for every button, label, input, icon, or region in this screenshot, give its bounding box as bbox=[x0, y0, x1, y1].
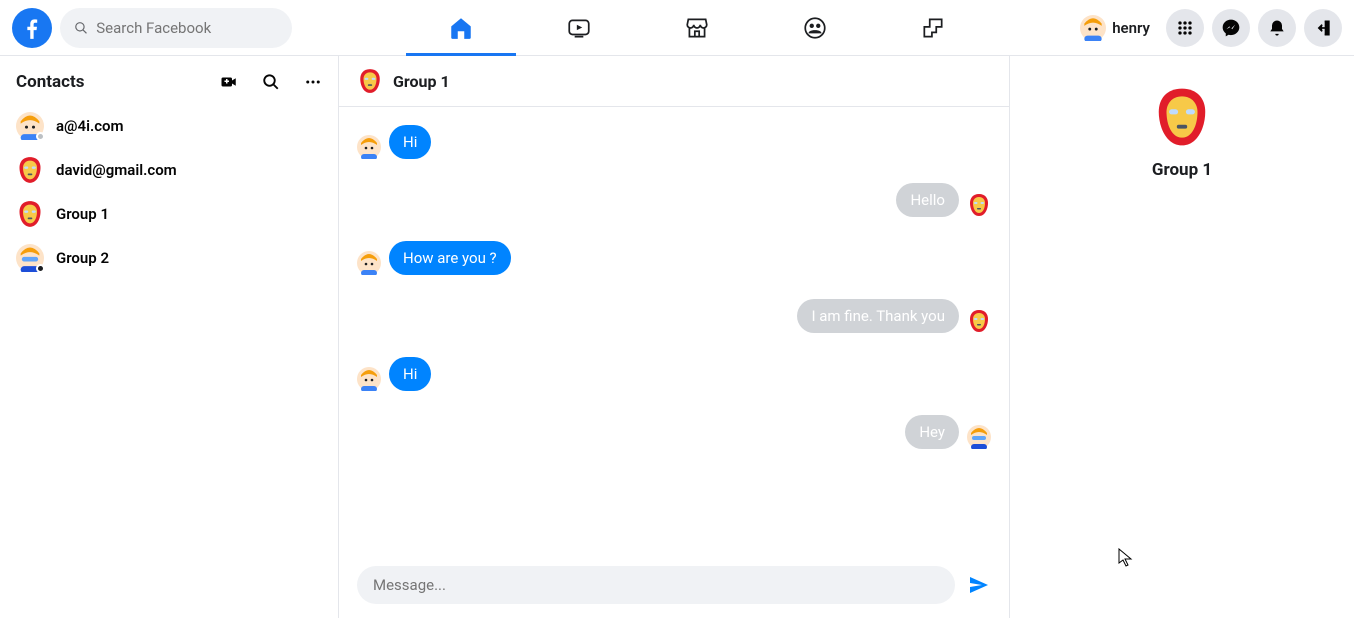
info-title: Group 1 bbox=[1152, 160, 1212, 180]
logout-button[interactable] bbox=[1304, 9, 1342, 47]
chat-header: Group 1 bbox=[339, 56, 1009, 107]
message-bubble: Hi bbox=[389, 357, 431, 391]
message-row: Hey bbox=[357, 415, 991, 449]
marketplace-icon bbox=[684, 15, 710, 41]
search-contacts-button[interactable] bbox=[262, 73, 280, 91]
menu-button[interactable] bbox=[1166, 9, 1204, 47]
message-bubble: Hi bbox=[389, 125, 431, 159]
username-label: henry bbox=[1112, 19, 1150, 37]
contact-name: a@4i.com bbox=[56, 117, 124, 135]
chat-area: Group 1 Hi Hello How are you ? I am fine. T… bbox=[339, 56, 1010, 618]
messenger-button[interactable] bbox=[1212, 9, 1250, 47]
send-button[interactable] bbox=[967, 573, 991, 597]
nav-gaming[interactable] bbox=[878, 1, 988, 55]
status-dot bbox=[36, 264, 45, 273]
contact-name: david@gmail.com bbox=[56, 161, 177, 179]
chat-info-panel: Group 1 bbox=[1010, 56, 1354, 618]
message-avatar bbox=[357, 367, 381, 391]
message-avatar bbox=[967, 193, 991, 217]
search-box[interactable] bbox=[60, 8, 292, 48]
message-avatar bbox=[357, 135, 381, 159]
message-bubble: Hey bbox=[905, 415, 959, 449]
message-bubble: How are you ? bbox=[389, 241, 511, 275]
user-avatar bbox=[1080, 15, 1106, 41]
new-room-button[interactable] bbox=[220, 73, 238, 91]
status-dot bbox=[36, 132, 45, 141]
message-avatar bbox=[967, 425, 991, 449]
topbar-left bbox=[12, 8, 352, 48]
contact-name: Group 2 bbox=[56, 249, 109, 267]
message-row: Hello bbox=[357, 183, 991, 217]
video-plus-icon bbox=[220, 72, 238, 92]
groups-icon bbox=[802, 15, 828, 41]
nav-home[interactable] bbox=[406, 1, 516, 55]
search-input[interactable] bbox=[96, 19, 278, 37]
watch-icon bbox=[566, 15, 592, 41]
gaming-icon bbox=[920, 15, 946, 41]
contacts-options-button[interactable] bbox=[304, 73, 322, 91]
contact-avatar bbox=[16, 156, 44, 184]
message-bubble: I am fine. Thank you bbox=[797, 299, 959, 333]
contacts-header: Contacts bbox=[8, 68, 330, 104]
contact-item[interactable]: Group 1 bbox=[8, 192, 330, 236]
info-avatar bbox=[1151, 86, 1213, 148]
topbar-nav bbox=[352, 1, 1042, 55]
ellipsis-icon bbox=[304, 72, 322, 92]
nav-marketplace[interactable] bbox=[642, 1, 752, 55]
search-icon bbox=[74, 20, 88, 36]
contact-name: Group 1 bbox=[56, 205, 109, 223]
contact-item[interactable]: david@gmail.com bbox=[8, 148, 330, 192]
messenger-icon bbox=[1221, 18, 1241, 38]
contact-avatar bbox=[16, 200, 44, 228]
contacts-title: Contacts bbox=[16, 72, 84, 92]
chat-title: Group 1 bbox=[393, 72, 450, 91]
contact-item[interactable]: a@4i.com bbox=[8, 104, 330, 148]
message-composer bbox=[339, 556, 1009, 618]
message-row: Hi bbox=[357, 357, 991, 391]
user-chip[interactable]: henry bbox=[1072, 11, 1158, 45]
bell-icon bbox=[1267, 18, 1287, 38]
notifications-button[interactable] bbox=[1258, 9, 1296, 47]
main-content: Contacts a@4i.comdavid@gmail.comGroup 1G… bbox=[0, 56, 1354, 618]
contacts-list: a@4i.com david@gmail.com Group 1 Group 2 bbox=[8, 104, 330, 280]
contact-avatar bbox=[16, 112, 44, 140]
nav-watch[interactable] bbox=[524, 1, 634, 55]
send-icon bbox=[967, 573, 991, 597]
message-row: How are you ? bbox=[357, 241, 991, 275]
menu-grid-icon bbox=[1175, 18, 1195, 38]
nav-groups[interactable] bbox=[760, 1, 870, 55]
message-avatar bbox=[357, 251, 381, 275]
contacts-actions bbox=[220, 73, 322, 91]
message-bubble: Hello bbox=[896, 183, 959, 217]
contact-item[interactable]: Group 2 bbox=[8, 236, 330, 280]
chat-avatar bbox=[357, 68, 383, 94]
message-avatar bbox=[967, 309, 991, 333]
logout-icon bbox=[1313, 18, 1333, 38]
message-input[interactable] bbox=[357, 566, 955, 604]
topbar-right: henry bbox=[1042, 9, 1342, 47]
message-row: I am fine. Thank you bbox=[357, 299, 991, 333]
messages-list: Hi Hello How are you ? I am fine. Thank you… bbox=[339, 107, 1009, 556]
contacts-sidebar: Contacts a@4i.com david@gmail.com Group 1 G… bbox=[0, 56, 339, 618]
home-icon bbox=[448, 15, 474, 41]
search-icon bbox=[262, 72, 280, 92]
message-row: Hi bbox=[357, 125, 991, 159]
topbar: henry bbox=[0, 0, 1354, 56]
facebook-logo[interactable] bbox=[12, 8, 52, 48]
contact-avatar bbox=[16, 244, 44, 272]
